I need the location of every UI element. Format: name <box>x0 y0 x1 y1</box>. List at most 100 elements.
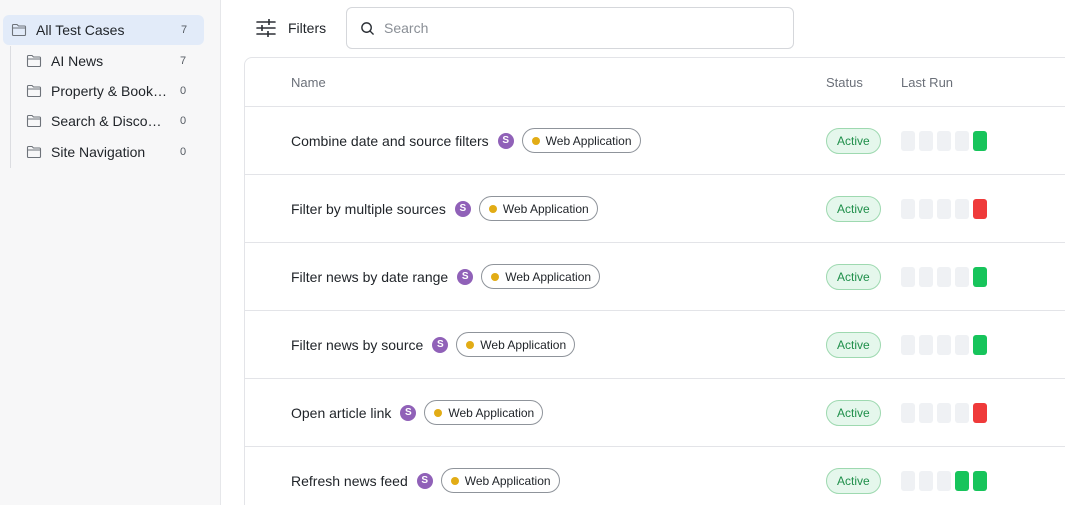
avatar: S <box>454 200 471 217</box>
platform-tag: Web Application <box>478 196 598 221</box>
run-result-none[interactable] <box>901 267 915 287</box>
status-badge: Active <box>826 128 881 154</box>
run-result-none[interactable] <box>937 131 951 151</box>
run-result-none[interactable] <box>955 131 969 151</box>
run-result-none[interactable] <box>919 199 933 219</box>
filters-button-label: Filters <box>288 20 327 36</box>
tag-label: Web Application <box>545 133 632 148</box>
run-result-none[interactable] <box>901 131 915 151</box>
tree-item-count: 7 <box>180 55 187 67</box>
run-result-none[interactable] <box>901 335 915 355</box>
run-result-none[interactable] <box>955 335 969 355</box>
folder-icon <box>26 54 42 68</box>
run-result-none[interactable] <box>919 131 933 151</box>
sliders-icon <box>256 19 276 37</box>
run-result-none[interactable] <box>919 403 933 423</box>
search-box[interactable] <box>346 7 794 49</box>
table-row[interactable]: Refresh news feed S Web Application Acti… <box>245 446 1065 505</box>
tag-label: Web Application <box>448 405 535 420</box>
run-result-none[interactable] <box>937 335 951 355</box>
status-badge: Active <box>826 196 881 222</box>
column-header-last-run[interactable]: Last Run <box>901 75 953 90</box>
run-result-none[interactable] <box>937 403 951 423</box>
run-result-fail[interactable] <box>973 199 987 219</box>
tree-item-count: 0 <box>180 146 187 158</box>
avatar: S <box>497 132 514 149</box>
tag-dot-icon <box>450 476 459 485</box>
platform-tag: Web Application <box>521 128 641 153</box>
tree-item-count: 7 <box>181 24 188 36</box>
tag-dot-icon <box>466 340 475 349</box>
status-badge: Active <box>826 400 881 426</box>
status-badge: Active <box>826 332 881 358</box>
last-run-history <box>901 267 991 287</box>
test-case-name[interactable]: Filter news by date range <box>291 269 448 285</box>
test-case-name[interactable]: Filter by multiple sources <box>291 201 446 217</box>
test-case-name[interactable]: Combine date and source filters <box>291 133 489 149</box>
tree-item-property-booking[interactable]: Property & Booking 0 <box>26 76 196 106</box>
tag-label: Web Application <box>502 201 589 216</box>
tag-label: Web Application <box>480 337 567 352</box>
tree-item-label: Property & Booking <box>51 83 167 99</box>
test-case-name[interactable]: Open article link <box>291 405 391 421</box>
last-run-history <box>901 335 991 355</box>
run-result-none[interactable] <box>919 335 933 355</box>
run-result-pass[interactable] <box>973 335 987 355</box>
tree-item-count: 0 <box>180 85 187 97</box>
test-case-name[interactable]: Filter news by source <box>291 337 423 353</box>
last-run-history <box>901 199 991 219</box>
run-result-none[interactable] <box>937 267 951 287</box>
last-run-history <box>901 131 991 151</box>
column-header-status[interactable]: Status <box>826 75 863 90</box>
cell-name: Refresh news feed S Web Application <box>291 447 560 505</box>
avatar: S <box>400 404 417 421</box>
table-row[interactable]: Filter news by date range S Web Applicat… <box>245 242 1065 310</box>
tree-item-label: AI News <box>51 53 104 69</box>
run-result-pass[interactable] <box>973 267 987 287</box>
cell-name: Open article link S Web Application <box>291 379 544 446</box>
folder-icon <box>26 145 42 159</box>
tag-dot-icon <box>488 204 497 213</box>
tag-label: Web Application <box>464 473 551 488</box>
tree-item-ai-news[interactable]: AI News 7 <box>26 46 196 76</box>
run-result-none[interactable] <box>901 471 915 491</box>
last-run-history <box>901 403 991 423</box>
cell-name: Filter news by source S Web Application <box>291 311 576 378</box>
platform-tag: Web Application <box>456 332 576 357</box>
run-result-none[interactable] <box>919 267 933 287</box>
run-result-none[interactable] <box>955 267 969 287</box>
run-result-none[interactable] <box>955 403 969 423</box>
status-badge: Active <box>826 468 881 494</box>
tag-dot-icon <box>434 408 443 417</box>
tree-item-search-discovery[interactable]: Search & Discovery 0 <box>26 106 196 136</box>
run-result-pass[interactable] <box>973 131 987 151</box>
run-result-none[interactable] <box>955 199 969 219</box>
cell-name: Filter news by date range S Web Applicat… <box>291 243 601 310</box>
status-badge: Active <box>826 264 881 290</box>
table-row[interactable]: Open article link S Web Application Acti… <box>245 378 1065 446</box>
cell-name: Filter by multiple sources S Web Applica… <box>291 175 598 242</box>
run-result-none[interactable] <box>937 199 951 219</box>
run-result-pass[interactable] <box>955 471 969 491</box>
avatar: S <box>416 472 433 489</box>
tree-item-site-navigation[interactable]: Site Navigation 0 <box>26 137 196 167</box>
sidebar: All Test Cases 7 AI News 7 Property & Bo… <box>0 0 221 505</box>
run-result-none[interactable] <box>937 471 951 491</box>
run-result-none[interactable] <box>901 199 915 219</box>
folder-icon <box>26 114 42 128</box>
test-case-name[interactable]: Refresh news feed <box>291 473 408 489</box>
table-row[interactable]: Filter by multiple sources S Web Applica… <box>245 174 1065 242</box>
run-result-none[interactable] <box>919 471 933 491</box>
table-row[interactable]: Combine date and source filters S Web Ap… <box>245 106 1065 174</box>
run-result-fail[interactable] <box>973 403 987 423</box>
run-result-none[interactable] <box>901 403 915 423</box>
tree-item-all-test-cases[interactable]: All Test Cases 7 <box>3 15 204 45</box>
table-row[interactable]: Filter news by source S Web Application … <box>245 310 1065 378</box>
column-header-name[interactable]: Name <box>291 75 326 90</box>
tree-item-label: Search & Discovery <box>51 113 167 129</box>
tree-item-label: All Test Cases <box>36 22 125 38</box>
search-input[interactable] <box>384 20 774 36</box>
run-result-pass[interactable] <box>973 471 987 491</box>
platform-tag: Web Application <box>481 264 601 289</box>
filters-button[interactable]: Filters <box>254 14 326 42</box>
